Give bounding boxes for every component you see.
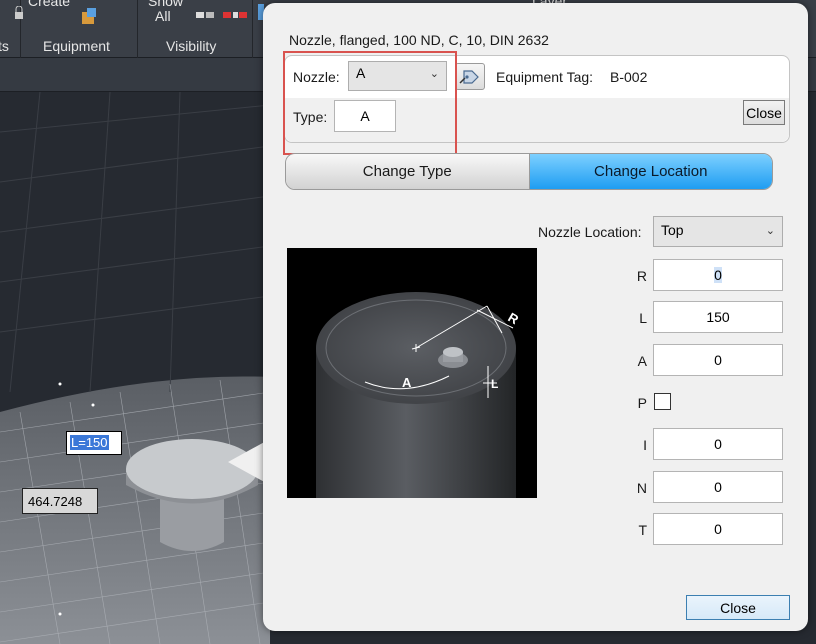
field-I-input[interactable]: 0 [653, 428, 783, 460]
field-N-label: N [636, 480, 647, 496]
equipment-icon[interactable] [78, 6, 100, 28]
field-A-label: A [637, 353, 647, 369]
equipment-tag-value: B-002 [610, 69, 648, 85]
field-N-input[interactable]: 0 [653, 471, 783, 503]
tab-change-location[interactable]: Change Location [529, 154, 772, 189]
nozzle-dialog: Nozzle, flanged, 100 ND, C, 10, DIN 2632… [263, 3, 808, 631]
dimension-input-L[interactable]: L=150 [66, 431, 122, 455]
field-R-label: R [636, 268, 647, 284]
dimension-L-text: L=150 [70, 435, 109, 450]
tab-change-type[interactable]: Change Type [286, 154, 530, 189]
ribbon-show-all-button[interactable]: All [155, 8, 171, 24]
hide-toggle-icon[interactable] [222, 9, 248, 21]
field-T-input[interactable]: 0 [653, 513, 783, 545]
highlight-annotation [283, 51, 457, 155]
preview-label-A: A [402, 375, 412, 390]
ribbon-group-equipment: Equipment [43, 38, 110, 54]
preview-label-L: L [491, 377, 498, 391]
preview-label-R: R [506, 310, 522, 328]
lock-icon [15, 6, 23, 19]
field-P-label: P [637, 395, 647, 411]
field-R-value: 0 [714, 267, 722, 283]
field-A-input[interactable]: 0 [653, 344, 783, 376]
dialog-callout-pointer [228, 440, 268, 484]
field-P-checkbox[interactable] [654, 393, 671, 410]
mode-tabs: Change Type Change Location [285, 153, 773, 190]
nozzle-location-value: Top [661, 222, 684, 238]
ribbon-group-visibility: Visibility [166, 38, 217, 54]
chevron-down-icon: ⌄ [765, 225, 775, 237]
dialog-title: Nozzle, flanged, 100 ND, C, 10, DIN 2632 [289, 32, 549, 48]
nozzle-location-select[interactable]: Top ⌄ [653, 216, 783, 247]
dimension-value-tooltip: 464.7248 [22, 488, 98, 514]
tag-icon [459, 70, 479, 84]
field-R-input[interactable]: 0 [653, 259, 783, 291]
ribbon-group-ts: ts [0, 38, 9, 54]
close-top-button[interactable]: Close [743, 100, 785, 125]
field-T-label: T [638, 522, 647, 538]
field-I-label: I [643, 437, 647, 453]
nozzle-preview-image: A R L [287, 248, 537, 498]
ribbon-create-label: Create [28, 0, 71, 9]
show-toggle-icon[interactable] [195, 9, 217, 21]
nozzle-location-label: Nozzle Location: [538, 224, 642, 240]
field-L-input[interactable]: 150 [653, 301, 783, 333]
equipment-tag-label: Equipment Tag: [496, 69, 594, 85]
field-L-label: L [639, 310, 647, 326]
close-bottom-button[interactable]: Close [686, 595, 790, 620]
tag-edit-button[interactable] [455, 63, 485, 90]
